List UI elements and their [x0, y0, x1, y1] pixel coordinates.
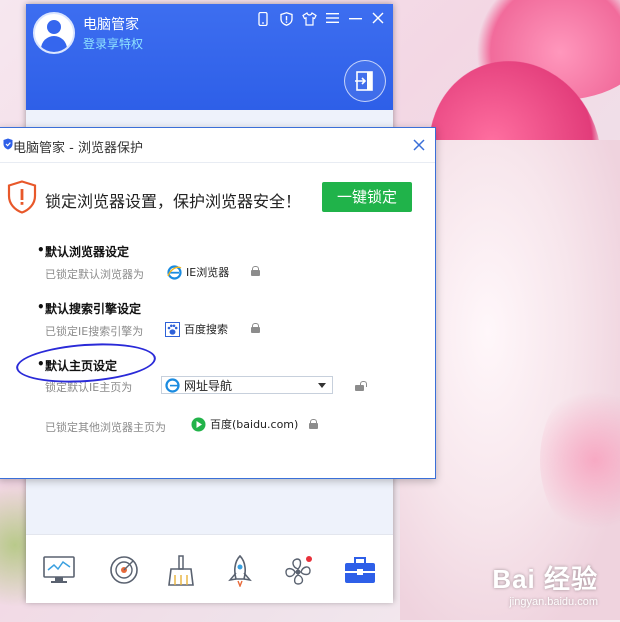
section-default-browser-title: 默认浏览器设定: [37, 243, 129, 260]
other-homepage-label: 已锁定其他浏览器主页为: [45, 421, 166, 434]
dialog-title: 电脑管家 - 浏览器保护: [13, 141, 143, 156]
radar-icon[interactable]: [108, 555, 140, 589]
nav-e-icon: [165, 377, 180, 393]
login-link[interactable]: 登录享特权: [83, 35, 143, 52]
section-search-engine-title: 默认搜索引擎设定: [37, 300, 141, 317]
manager-title: 电脑管家: [83, 17, 139, 33]
browser-protect-dialog: 电脑管家 - 浏览器保护 锁定浏览器设置，保护浏览器安全！ 一键锁定 默认浏览器…: [0, 127, 436, 479]
avatar[interactable]: [33, 12, 75, 54]
dialog-headline: 锁定浏览器设置，保护浏览器安全！: [45, 192, 302, 211]
dialog-titlebar: 电脑管家 - 浏览器保护: [0, 128, 435, 163]
fan-icon[interactable]: [282, 555, 314, 591]
minimize-icon[interactable]: [348, 12, 362, 26]
play-circle-icon: [191, 417, 206, 431]
manager-header: 电脑管家 登录享特权: [26, 4, 393, 110]
search-engine-value: 百度搜索: [165, 321, 228, 337]
homepage-selected-value: 网址导航: [184, 378, 233, 393]
exit-button[interactable]: [344, 60, 386, 102]
warning-shield-icon: [7, 180, 37, 214]
unlock-icon[interactable]: [355, 381, 364, 391]
dialog-close-button[interactable]: [413, 136, 425, 155]
chevron-down-icon: [318, 383, 326, 388]
watermark-url: jingyan.baidu.com: [509, 596, 598, 608]
lock-icon: [251, 266, 260, 276]
baidu-jingyan-watermark: Bai 经验 jingyan.baidu.com: [492, 559, 598, 608]
bottom-nav: [26, 534, 393, 603]
lock-icon: [309, 419, 318, 429]
close-icon[interactable]: [371, 12, 385, 26]
other-homepage-name: 百度(baidu.com): [210, 418, 299, 431]
manager-logo-icon: [3, 138, 13, 150]
other-homepage-value: 百度(baidu.com): [191, 416, 298, 432]
phone-icon[interactable]: [256, 11, 270, 27]
default-browser-label: 已锁定默认浏览器为: [45, 268, 144, 281]
window-controls: [256, 11, 385, 27]
rocket-icon[interactable]: [226, 554, 254, 591]
toolbox-icon[interactable]: [344, 555, 376, 589]
default-browser-name: IE浏览器: [186, 266, 230, 279]
lock-icon: [251, 323, 260, 333]
ie-icon: [167, 264, 182, 280]
baidu-paw-icon: [165, 321, 180, 337]
monitor-icon[interactable]: [43, 555, 75, 589]
one-click-lock-button[interactable]: 一键锁定: [322, 182, 412, 212]
watermark-brand: Bai 经验: [492, 564, 598, 594]
shield-icon[interactable]: [279, 12, 293, 26]
search-engine-label: 已锁定IE搜索引擎为: [45, 325, 144, 338]
broom-icon[interactable]: [166, 555, 196, 591]
search-engine-name: 百度搜索: [184, 323, 228, 336]
menu-icon[interactable]: [325, 12, 339, 26]
homepage-select[interactable]: 网址导航: [161, 376, 333, 394]
exit-icon: [355, 71, 373, 91]
default-browser-value: IE浏览器: [167, 264, 229, 280]
shirt-icon[interactable]: [302, 12, 317, 26]
close-icon: [413, 139, 425, 151]
